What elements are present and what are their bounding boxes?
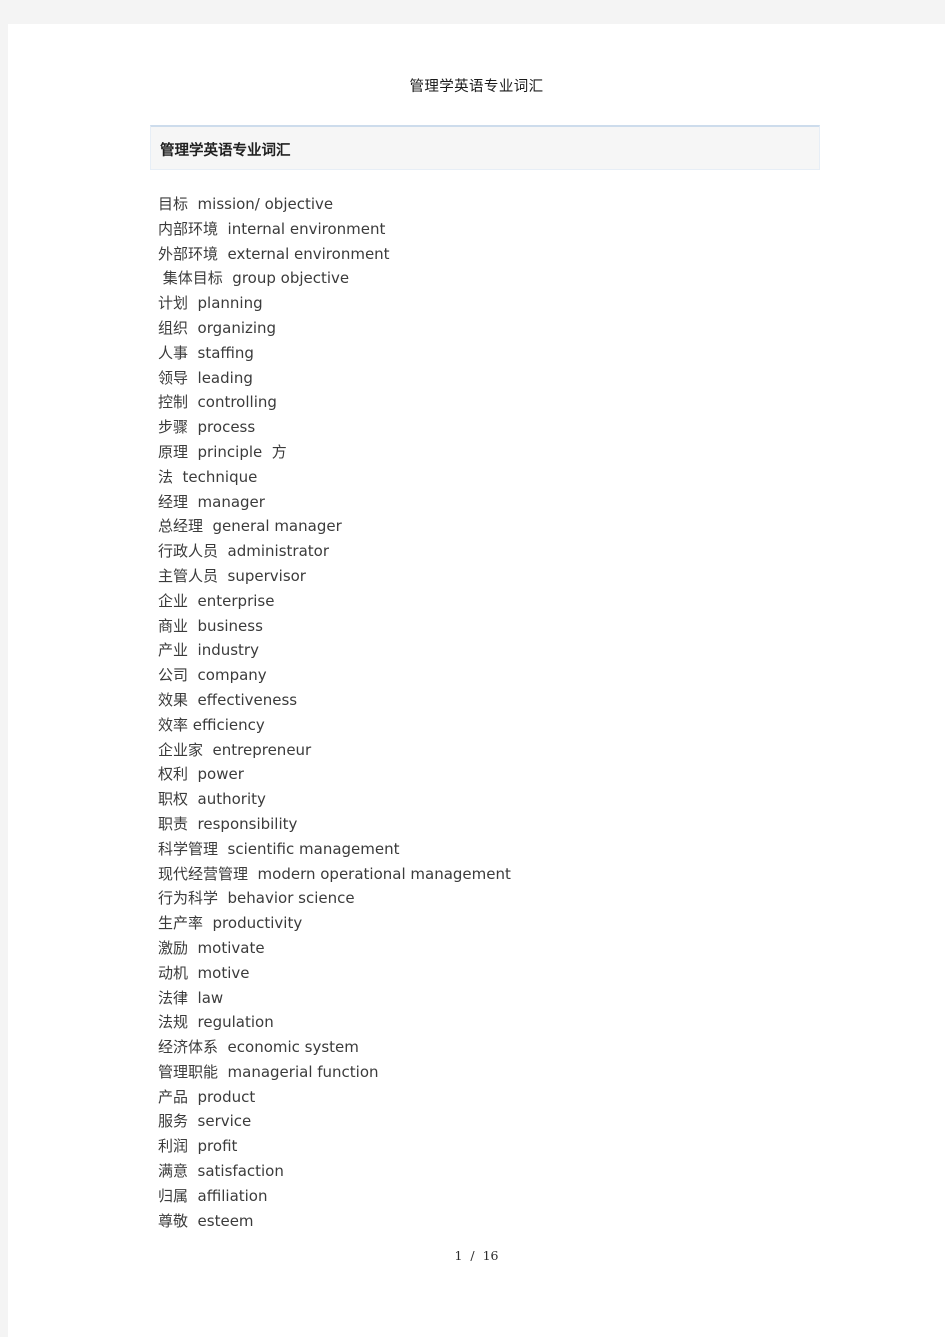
vocabulary-entry: 总经理 general manager <box>158 517 342 536</box>
vocabulary-entry: 科学管理 scientific management <box>158 839 400 858</box>
section-header-band: 管理学英语专业词汇 <box>150 125 820 170</box>
document-page: 管理学英语专业词汇 管理学英语专业词汇 目标 mission/ objectiv… <box>8 24 945 1337</box>
vocabulary-entry: 企业家 entrepreneur <box>158 740 312 759</box>
vocabulary-entry: 职权 authority <box>158 790 266 809</box>
vocabulary-entry: 目标 mission/ objective <box>158 195 334 213</box>
vocabulary-entry: 经济体系 economic system <box>158 1038 359 1057</box>
vocabulary-entry: 内部环境 internal environment <box>158 219 386 238</box>
vocabulary-entry: 产业 industry <box>158 641 259 660</box>
section-header-title: 管理学英语专业词汇 <box>160 142 291 159</box>
vocabulary-entry: 步骤 process <box>158 418 256 437</box>
vocabulary-entry: 满意 satisfaction <box>158 1162 284 1181</box>
vocabulary-list: 目标 mission/ objective 内部环境 internal envir… <box>158 192 858 1233</box>
vocabulary-entry: 外部环境 external environment <box>158 244 390 263</box>
vocabulary-entry: 计划 planning <box>158 294 263 313</box>
vocabulary-entry: 动机 motive <box>158 963 250 982</box>
vocabulary-entry: 商业 business <box>158 616 263 635</box>
vocabulary-entry: 经理 manager <box>158 492 265 511</box>
vocabulary-entry: 原理 principle 方 <box>158 442 287 461</box>
vocabulary-entry: 管理职能 managerial function <box>158 1062 379 1081</box>
vocabulary-entry: 法律 law <box>158 988 224 1007</box>
vocabulary-entry: 控制 controlling <box>158 393 277 412</box>
vocabulary-entry: 服务 service <box>158 1112 252 1131</box>
vocabulary-entry: 归属 affiliation <box>158 1186 268 1205</box>
vocabulary-entry: 集体目标 group objective <box>158 269 350 288</box>
vocabulary-entry: 组织 organizing <box>158 318 277 337</box>
vocabulary-entry: 人事 staffing <box>158 343 254 362</box>
vocabulary-entry: 激励 motivate <box>158 938 265 957</box>
vocabulary-entry: 现代经营管理 modern operational management <box>158 864 511 883</box>
vocabulary-entry: 领导 leading <box>158 368 253 387</box>
vocabulary-entry: 效率 efficiency <box>158 715 265 734</box>
vocabulary-entry: 主管人员 supervisor <box>158 566 306 585</box>
vocabulary-entry: 行政人员 administrator <box>158 542 329 561</box>
vocabulary-entry: 行为科学 behavior science <box>158 889 355 908</box>
vocabulary-entry: 公司 company <box>158 666 267 685</box>
vocabulary-entry: 法 technique <box>158 467 258 486</box>
vocabulary-entry: 职责 responsibility <box>158 814 298 833</box>
vocabulary-entry: 权利 power <box>158 765 244 784</box>
document-title: 管理学英语专业词汇 <box>409 79 544 95</box>
vocabulary-entry: 企业 enterprise <box>158 591 275 610</box>
page-number-indicator: 1 / 16 <box>454 1248 499 1263</box>
vocabulary-entry: 法规 regulation <box>158 1013 274 1032</box>
vocabulary-entry: 效果 effectiveness <box>158 690 298 709</box>
vocabulary-entry: 生产率 productivity <box>158 914 303 933</box>
vocabulary-entry: 产品 product <box>158 1087 256 1106</box>
vocabulary-entry: 利润 profit <box>158 1137 238 1156</box>
vocabulary-entry: 尊敬 esteem <box>158 1211 254 1230</box>
